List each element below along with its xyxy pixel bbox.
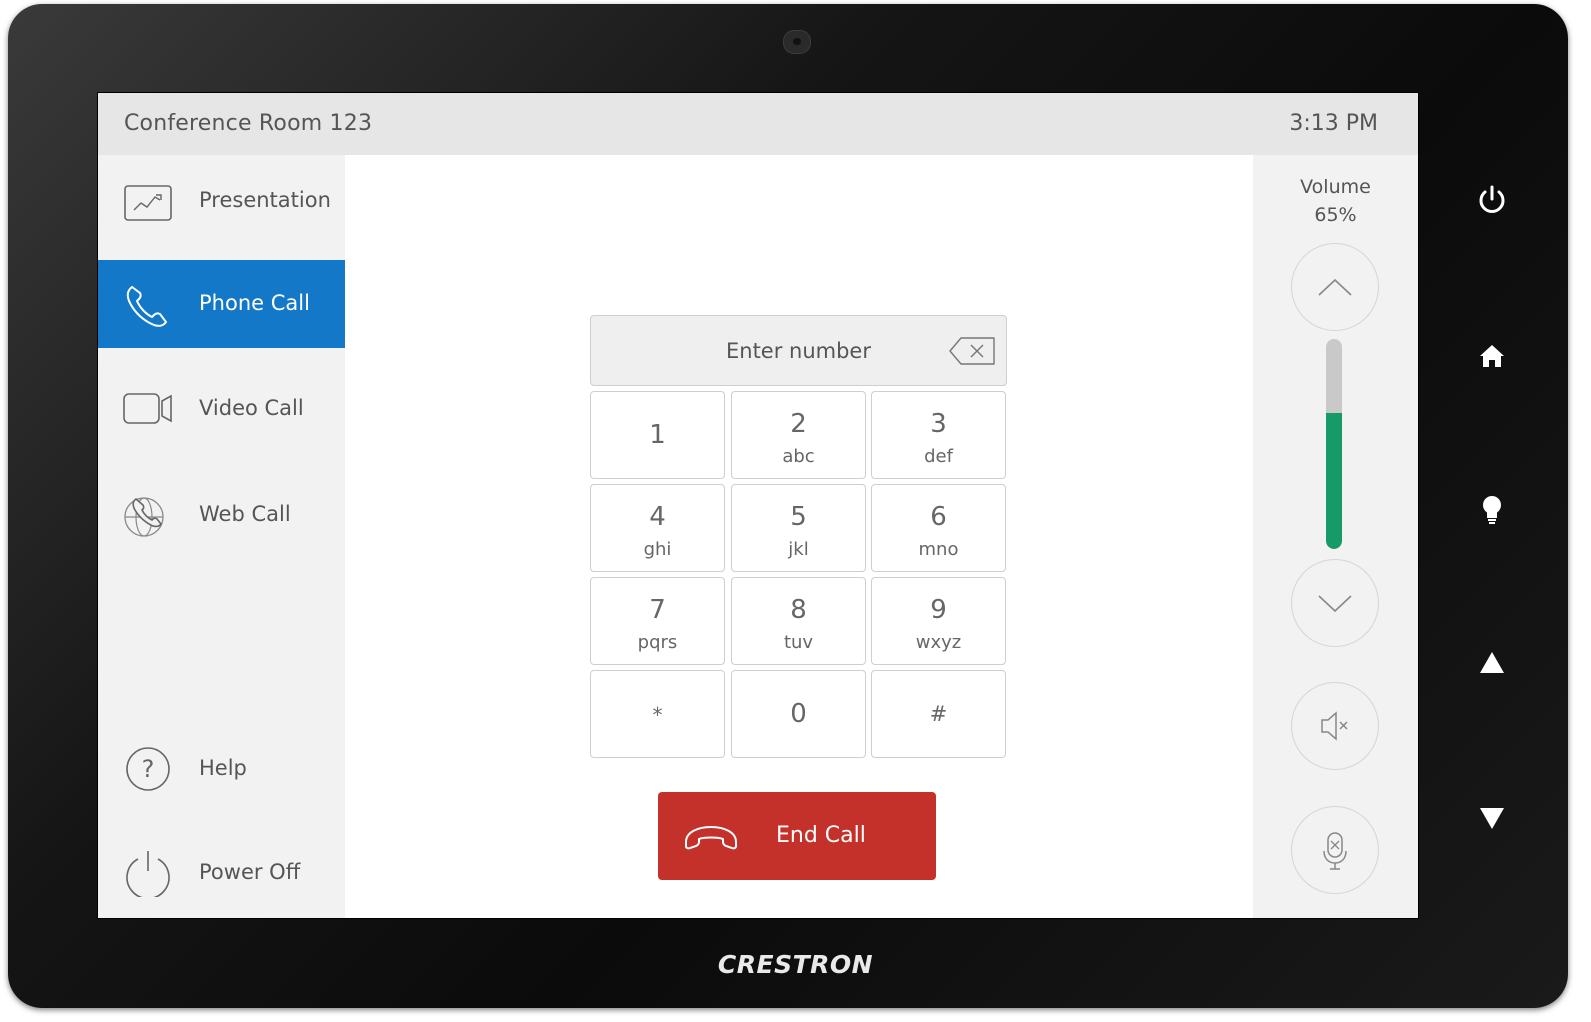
volume-panel: Volume 65% — [1253, 155, 1418, 918]
sidebar: Presentation Phone Call Video Call Web C… — [98, 155, 345, 918]
power-icon — [1479, 185, 1505, 213]
speaker-mute-icon — [1321, 711, 1348, 741]
mute-microphone-button[interactable] — [1291, 806, 1379, 894]
key-digit: 8 — [790, 595, 807, 625]
help-label: Help — [199, 756, 247, 780]
key-letters: def — [924, 446, 953, 467]
key-9[interactable]: 9 wxyz — [871, 577, 1006, 665]
key-digit: 7 — [649, 595, 666, 625]
volume-up-button[interactable] — [1291, 243, 1379, 331]
key-letters: mno — [918, 539, 959, 560]
sidebar-item-web-call[interactable]: Web Call — [98, 471, 345, 559]
key-digit: * — [652, 703, 663, 727]
key-digit: 3 — [930, 409, 947, 439]
help-icon: ? — [126, 747, 170, 791]
key-7[interactable]: 7 pqrs — [590, 577, 725, 665]
top-bar: Conference Room 123 3:13 PM — [98, 93, 1418, 155]
chevron-up-icon — [1318, 278, 1352, 296]
key-4[interactable]: 4 ghi — [590, 484, 725, 572]
key-8[interactable]: 8 tuv — [731, 577, 866, 665]
number-input[interactable]: Enter number — [590, 315, 1007, 386]
volume-title: Volume — [1300, 176, 1371, 198]
key-digit: 5 — [790, 502, 807, 532]
end-call-button[interactable]: End Call — [658, 792, 936, 880]
microphone-mute-icon — [1323, 832, 1347, 870]
key-digit: # — [929, 702, 948, 726]
key-letters: wxyz — [915, 632, 962, 653]
mute-speaker-button[interactable] — [1291, 682, 1379, 770]
volume-down-button[interactable] — [1291, 559, 1379, 647]
chevron-down-icon — [1318, 595, 1352, 613]
key-digit: 1 — [649, 420, 666, 450]
hardware-home-button[interactable] — [1472, 336, 1512, 376]
clock: 3:13 PM — [1289, 111, 1378, 136]
volume-percent: 65% — [1314, 204, 1357, 226]
key-star[interactable]: * — [590, 670, 725, 758]
phone-icon — [126, 285, 168, 327]
end-call-label: End Call — [776, 823, 866, 848]
web-call-icon — [124, 497, 164, 537]
sidebar-item-label: Video Call — [199, 396, 304, 420]
sidebar-item-video-call[interactable]: Video Call — [98, 365, 345, 453]
touch-screen: Conference Room 123 3:13 PM Presentation… — [98, 93, 1418, 918]
key-digit: 0 — [790, 699, 807, 729]
sidebar-item-phone-call[interactable]: Phone Call — [98, 260, 345, 348]
hardware-power-button[interactable] — [1472, 181, 1512, 221]
key-digit: 2 — [790, 409, 807, 439]
key-hash[interactable]: # — [871, 670, 1006, 758]
key-digit: 6 — [930, 502, 947, 532]
down-arrow-icon — [1480, 808, 1504, 829]
key-3[interactable]: 3 def — [871, 391, 1006, 479]
power-off-label: Power Off — [199, 860, 301, 884]
sidebar-item-label: Presentation — [199, 188, 331, 212]
power-off-button[interactable]: Power Off — [98, 829, 345, 917]
key-letters: abc — [782, 446, 815, 467]
presentation-icon — [124, 185, 172, 221]
sidebar-item-presentation[interactable]: Presentation — [98, 157, 345, 245]
power-icon — [126, 851, 170, 897]
lightbulb-icon — [1483, 496, 1501, 524]
video-camera-icon — [123, 393, 172, 424]
hardware-light-button[interactable] — [1472, 489, 1512, 529]
key-2[interactable]: 2 abc — [731, 391, 866, 479]
key-0[interactable]: 0 — [731, 670, 866, 758]
key-letters: pqrs — [637, 632, 678, 653]
key-digit: 4 — [649, 502, 666, 532]
number-input-placeholder: Enter number — [725, 339, 871, 363]
up-arrow-icon — [1480, 652, 1504, 673]
backspace-icon[interactable] — [949, 336, 997, 366]
key-5[interactable]: 5 jkl — [731, 484, 866, 572]
sidebar-item-label: Web Call — [199, 502, 291, 526]
camera-icon — [783, 30, 811, 54]
key-letters: jkl — [788, 539, 809, 560]
sidebar-item-label: Phone Call — [199, 291, 310, 315]
hardware-down-button[interactable] — [1472, 798, 1512, 838]
key-letters: ghi — [643, 539, 672, 560]
volume-slider[interactable] — [1326, 339, 1342, 549]
key-6[interactable]: 6 mno — [871, 484, 1006, 572]
key-letters: tuv — [783, 632, 814, 653]
svg-text:?: ? — [142, 755, 155, 783]
help-button[interactable]: ? Help — [98, 725, 345, 813]
home-icon — [1480, 345, 1504, 367]
dialer-panel: Enter number 1 2 abc 3 def 4 ghi 5 jkl 6… — [345, 155, 1253, 918]
room-title: Conference Room 123 — [124, 111, 373, 136]
volume-level-fill — [1326, 412, 1342, 549]
key-1[interactable]: 1 — [590, 391, 725, 479]
hardware-up-button[interactable] — [1472, 643, 1512, 683]
hang-up-icon — [685, 825, 737, 850]
key-digit: 9 — [930, 595, 947, 625]
brand-logo: CRESTRON — [717, 950, 874, 979]
